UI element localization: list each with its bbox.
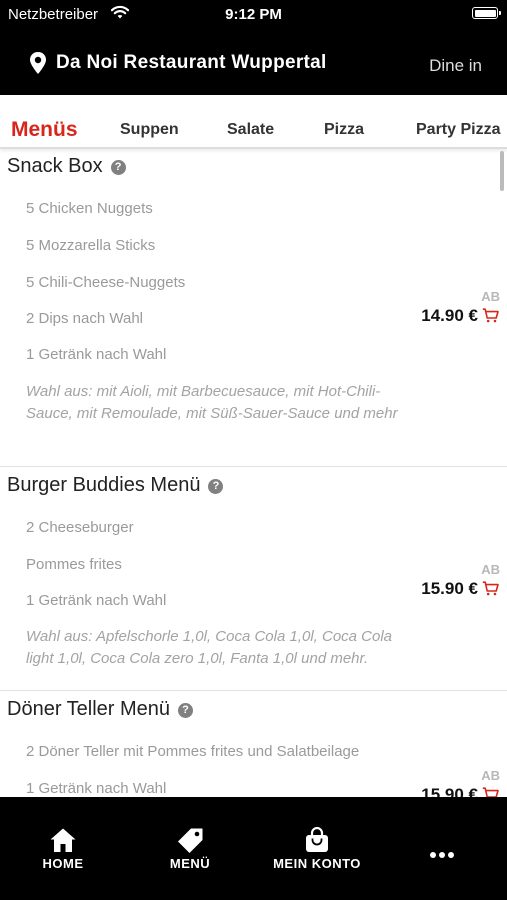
- item-line: 5 Mozzarella Sticks: [26, 237, 156, 254]
- item-note: Wahl aus: mit Aioli, mit Barbecuesauce, …: [26, 383, 398, 422]
- menu-list[interactable]: Snack Box? 5 Chicken Nuggets 5 Mozzarell…: [0, 147, 507, 797]
- menu-item-snack-box[interactable]: Snack Box? 5 Chicken Nuggets 5 Mozzarell…: [0, 147, 507, 467]
- item-line: 1 Getränk nach Wahl: [26, 346, 167, 363]
- nav-menu[interactable]: MENÜ: [135, 827, 245, 871]
- cart-icon[interactable]: [482, 581, 499, 596]
- tab-salate[interactable]: Salate: [227, 121, 274, 139]
- tab-suppen[interactable]: Suppen: [120, 121, 179, 139]
- item-line: Pommes frites: [26, 556, 122, 573]
- price-prefix: AB: [481, 289, 500, 304]
- shopping-bag-icon: [306, 827, 328, 852]
- item-line: 2 Döner Teller mit Pommes frites und Sal…: [26, 743, 360, 760]
- battery-icon: [472, 7, 501, 19]
- tag-icon: [178, 828, 203, 853]
- location-pin-icon: [30, 52, 46, 74]
- cart-icon[interactable]: [482, 787, 499, 797]
- category-tabs: Menüs Suppen Salate Pizza Party Pizza: [0, 95, 507, 149]
- price-prefix: AB: [481, 562, 500, 577]
- nav-home[interactable]: HOME: [8, 827, 118, 871]
- help-icon[interactable]: ?: [178, 703, 194, 718]
- item-title: Döner Teller Menü?: [7, 698, 194, 721]
- item-note: Wahl aus: Apfelschorle 1,0l, Coca Cola 1…: [26, 628, 393, 667]
- help-icon[interactable]: ?: [110, 160, 126, 175]
- clock: 9:12 PM: [225, 6, 282, 23]
- item-price[interactable]: 15.90 €: [421, 579, 499, 599]
- tab-menus[interactable]: Menüs: [11, 118, 78, 142]
- home-icon: [50, 828, 76, 852]
- item-title: Snack Box?: [7, 155, 126, 178]
- nav-label: MENÜ: [169, 856, 211, 871]
- help-icon[interactable]: ?: [208, 479, 224, 494]
- cart-icon[interactable]: [482, 308, 499, 323]
- scrollbar[interactable]: [500, 151, 504, 191]
- restaurant-name[interactable]: Da Noi Restaurant Wuppertal: [56, 52, 327, 74]
- price-prefix: AB: [481, 768, 500, 783]
- menu-item-doener-teller[interactable]: Döner Teller Menü? 2 Döner Teller mit Po…: [0, 690, 507, 797]
- item-line: 2 Dips nach Wahl: [26, 310, 143, 327]
- order-mode-button[interactable]: Dine in: [429, 56, 482, 76]
- nav-account[interactable]: MEIN KONTO: [262, 827, 372, 871]
- item-price[interactable]: 14.90 €: [421, 306, 499, 326]
- menu-item-burger-buddies[interactable]: Burger Buddies Menü? 2 Cheeseburger Pomm…: [0, 466, 507, 691]
- nav-label: HOME: [42, 856, 84, 871]
- app-header: Da Noi Restaurant Wuppertal Dine in: [0, 28, 507, 95]
- item-line: 5 Chili-Cheese-Nuggets: [26, 274, 186, 291]
- tab-party-pizza[interactable]: Party Pizza: [416, 121, 500, 139]
- more-dots-icon[interactable]: [430, 845, 457, 863]
- item-line: 1 Getränk nach Wahl: [26, 592, 167, 609]
- status-bar: Netzbetreiber 9:12 PM: [0, 0, 507, 28]
- nav-label: MEIN KONTO: [273, 856, 361, 871]
- tab-pizza[interactable]: Pizza: [324, 121, 364, 139]
- item-line: 1 Getränk nach Wahl: [26, 780, 167, 797]
- item-title: Burger Buddies Menü?: [7, 474, 224, 497]
- item-line: 5 Chicken Nuggets: [26, 200, 153, 217]
- item-price[interactable]: 15.90 €: [421, 785, 499, 797]
- bottom-nav: HOME MENÜ MEIN KONTO: [0, 797, 507, 900]
- item-line: 2 Cheeseburger: [26, 519, 134, 536]
